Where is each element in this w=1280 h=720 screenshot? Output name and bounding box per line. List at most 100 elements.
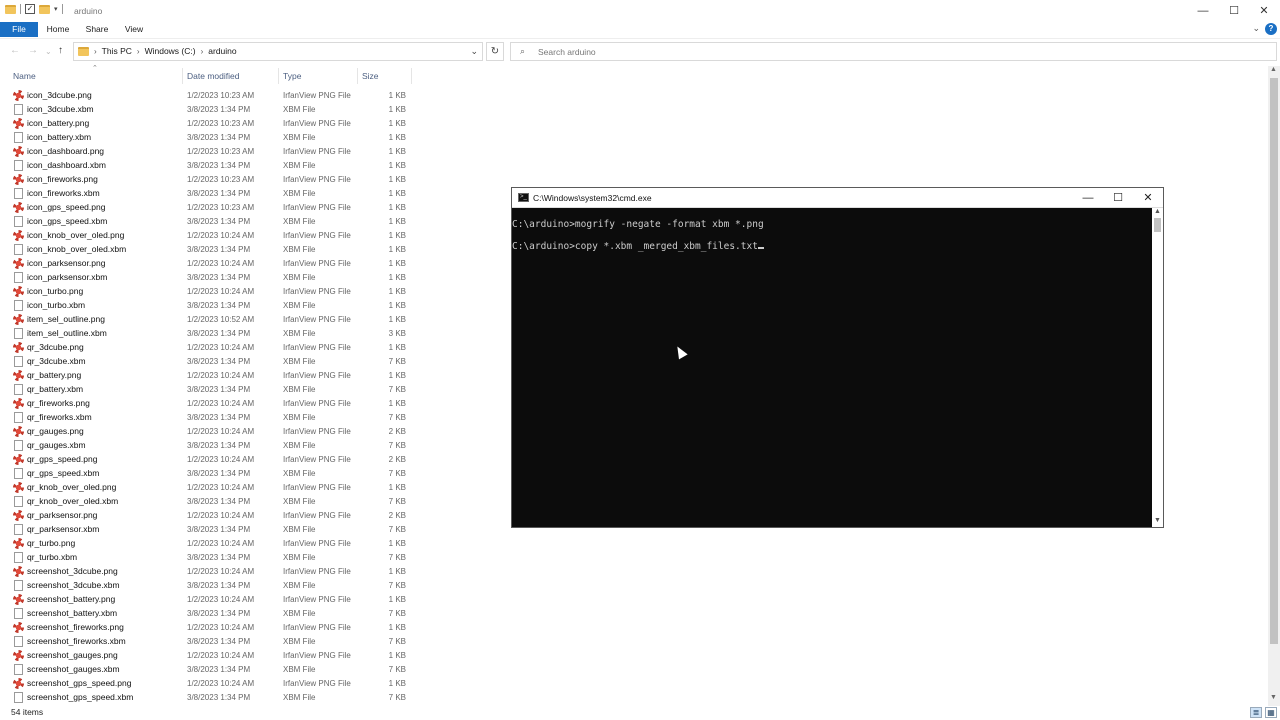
file-row[interactable]: qr_fireworks.xbm 3/8/2023 1:34 PM XBM File… (0, 410, 420, 424)
chevron-right-icon[interactable]: › (94, 47, 97, 56)
column-header-type[interactable]: Type (283, 71, 301, 81)
file-row[interactable]: qr_fireworks.png 1/2/2023 10:24 AM IrfanVi… (0, 396, 420, 410)
file-name: icon_fireworks.png (27, 174, 98, 184)
cmd-scrollbar[interactable]: ▲ ▼ (1152, 208, 1163, 527)
cmd-minimize-button[interactable]: — (1073, 188, 1103, 208)
file-row[interactable]: qr_gauges.xbm 3/8/2023 1:34 PM XBM File 7 K… (0, 438, 420, 452)
chevron-down-icon[interactable]: ⌄ (470, 46, 478, 57)
scroll-down-icon[interactable]: ▼ (1270, 694, 1277, 701)
minimize-button[interactable]: — (1187, 0, 1219, 22)
file-row[interactable]: qr_turbo.xbm 3/8/2023 1:34 PM XBM File 7 KB (0, 550, 420, 564)
file-type: IrfanView PNG File (283, 455, 351, 464)
scroll-down-icon[interactable]: ▼ (1154, 517, 1161, 524)
chevron-right-icon[interactable]: › (137, 47, 140, 56)
cmd-titlebar[interactable]: >_ C:\Windows\system32\cmd.exe — ☐ ✕ (512, 188, 1163, 208)
file-row[interactable]: icon_3dcube.png 1/2/2023 10:23 AM IrfanVie… (0, 88, 420, 102)
cmd-close-button[interactable]: ✕ (1133, 188, 1163, 208)
column-divider[interactable] (278, 68, 279, 84)
file-row[interactable]: qr_turbo.png 1/2/2023 10:24 AM IrfanView P… (0, 536, 420, 550)
back-icon[interactable]: ← (10, 45, 20, 56)
scroll-up-icon[interactable]: ▲ (1270, 66, 1277, 73)
tab-share[interactable]: Share (80, 22, 114, 37)
chevron-right-icon[interactable]: › (201, 47, 204, 56)
search-input[interactable]: Search arduino (538, 47, 596, 57)
file-row[interactable]: screenshot_fireworks.xbm 3/8/2023 1:34 PM… (0, 634, 420, 648)
file-row[interactable]: qr_battery.xbm 3/8/2023 1:34 PM XBM File 7 … (0, 382, 420, 396)
file-row[interactable]: icon_fireworks.xbm 3/8/2023 1:34 PM XBM Fi… (0, 186, 420, 200)
vertical-scrollbar[interactable]: ▲ ▼ (1268, 66, 1280, 706)
cmd-maximize-button[interactable]: ☐ (1103, 188, 1133, 208)
file-row[interactable]: icon_knob_over_oled.xbm 3/8/2023 1:34 PM X… (0, 242, 420, 256)
recent-locations-icon[interactable]: ⌄ (45, 47, 52, 56)
tab-file[interactable]: File (0, 22, 38, 37)
file-row[interactable]: qr_parksensor.png 1/2/2023 10:24 AM IrfanV… (0, 508, 420, 522)
file-row[interactable]: icon_gps_speed.png 1/2/2023 10:23 AM Irfan… (0, 200, 420, 214)
file-row[interactable]: screenshot_gauges.png 1/2/2023 10:24 AM Ir… (0, 648, 420, 662)
console-line-current[interactable]: C:\arduino>copy *.xbm _merged_xbm_files.… (512, 241, 764, 252)
file-row[interactable]: icon_turbo.png 1/2/2023 10:24 AM IrfanView… (0, 284, 420, 298)
file-row[interactable]: icon_3dcube.xbm 3/8/2023 1:34 PM XBM File 1… (0, 102, 420, 116)
file-row[interactable]: qr_gps_speed.png 1/2/2023 10:24 AM IrfanVi… (0, 452, 420, 466)
file-name: icon_knob_over_oled.png (27, 230, 125, 240)
scroll-up-icon[interactable]: ▲ (1154, 208, 1161, 215)
tab-home[interactable]: Home (42, 22, 74, 37)
address-bar[interactable]: › This PC › Windows (C:) › arduino ⌄ (73, 42, 483, 61)
maximize-button[interactable]: ☐ (1218, 0, 1250, 22)
column-divider[interactable] (182, 68, 183, 84)
breadcrumb-this-pc[interactable]: This PC (102, 46, 132, 56)
file-row[interactable]: screenshot_battery.xbm 3/8/2023 1:34 PM XB… (0, 606, 420, 620)
file-row[interactable]: screenshot_3dcube.png 1/2/2023 10:24 AM Ir… (0, 564, 420, 578)
console-output[interactable]: C:\arduino>mogrify -negate -format xbm *… (512, 209, 1152, 527)
refresh-button[interactable]: ↻ (486, 42, 504, 61)
search-box[interactable]: ⌕ Search arduino (510, 42, 1277, 61)
scrollbar-thumb[interactable] (1270, 78, 1278, 644)
up-icon[interactable]: ↑ (58, 45, 63, 56)
file-row[interactable]: item_sel_outline.png 1/2/2023 10:52 AM Irf… (0, 312, 420, 326)
file-row[interactable]: icon_parksensor.xbm 3/8/2023 1:34 PM XBM F… (0, 270, 420, 284)
column-header-name[interactable]: Name (13, 71, 36, 81)
column-header-size[interactable]: Size (362, 71, 379, 81)
file-row[interactable]: qr_knob_over_oled.xbm 3/8/2023 1:34 PM XBM… (0, 494, 420, 508)
irfanview-png-icon (13, 482, 24, 493)
file-row[interactable]: icon_turbo.xbm 3/8/2023 1:34 PM XBM File 1 … (0, 298, 420, 312)
forward-icon[interactable]: → (28, 45, 38, 56)
cmd-window[interactable]: >_ C:\Windows\system32\cmd.exe — ☐ ✕ C:\… (511, 187, 1164, 528)
properties-icon[interactable]: ✓ (25, 4, 35, 14)
large-icons-view-icon[interactable]: ▦ (1265, 707, 1277, 718)
file-row[interactable]: icon_dashboard.png 1/2/2023 10:23 AM Irfan… (0, 144, 420, 158)
file-row[interactable]: icon_battery.png 1/2/2023 10:23 AM IrfanVi… (0, 116, 420, 130)
file-row[interactable]: qr_gauges.png 1/2/2023 10:24 AM IrfanView … (0, 424, 420, 438)
file-row[interactable]: qr_3dcube.xbm 3/8/2023 1:34 PM XBM File 7 K… (0, 354, 420, 368)
file-row[interactable]: qr_parksensor.xbm 3/8/2023 1:34 PM XBM Fil… (0, 522, 420, 536)
details-view-icon[interactable]: ≣ (1250, 707, 1262, 718)
breadcrumb-arduino[interactable]: arduino (208, 46, 236, 56)
file-row[interactable]: qr_battery.png 1/2/2023 10:24 AM IrfanView… (0, 368, 420, 382)
file-row[interactable]: qr_3dcube.png 1/2/2023 10:24 AM IrfanView … (0, 340, 420, 354)
file-row[interactable]: icon_knob_over_oled.png 1/2/2023 10:24 AM… (0, 228, 420, 242)
column-header-date[interactable]: Date modified (187, 71, 239, 81)
expand-ribbon-icon[interactable]: ⌄ (1252, 23, 1260, 34)
file-row[interactable]: qr_gps_speed.xbm 3/8/2023 1:34 PM XBM File… (0, 466, 420, 480)
column-divider[interactable] (411, 68, 412, 84)
help-icon[interactable]: ? (1265, 23, 1277, 35)
file-row[interactable]: icon_battery.xbm 3/8/2023 1:34 PM XBM File… (0, 130, 420, 144)
file-row[interactable]: qr_knob_over_oled.png 1/2/2023 10:24 AM Ir… (0, 480, 420, 494)
file-row[interactable]: icon_parksensor.png 1/2/2023 10:24 AM Irfa… (0, 256, 420, 270)
file-row[interactable]: icon_fireworks.png 1/2/2023 10:23 AM Irfan… (0, 172, 420, 186)
file-row[interactable]: item_sel_outline.xbm 3/8/2023 1:34 PM XBM … (0, 326, 420, 340)
scrollbar-thumb[interactable] (1154, 218, 1161, 232)
file-row[interactable]: screenshot_battery.png 1/2/2023 10:24 AM I… (0, 592, 420, 606)
new-folder-icon[interactable] (39, 4, 50, 14)
file-row[interactable]: icon_dashboard.xbm 3/8/2023 1:34 PM XBM Fi… (0, 158, 420, 172)
tab-view[interactable]: View (118, 22, 150, 37)
file-row[interactable]: screenshot_gps_speed.xbm 3/8/2023 1:34 PM… (0, 690, 420, 704)
file-row[interactable]: screenshot_gps_speed.png 1/2/2023 10:24 A… (0, 676, 420, 690)
customize-toolbar-dropdown-icon[interactable]: ▾ (54, 5, 58, 13)
file-row[interactable]: screenshot_fireworks.png 1/2/2023 10:24 A… (0, 620, 420, 634)
close-button[interactable]: ✕ (1248, 0, 1280, 22)
breadcrumb-windows-c[interactable]: Windows (C:) (145, 46, 196, 56)
file-row[interactable]: screenshot_3dcube.xbm 3/8/2023 1:34 PM XBM… (0, 578, 420, 592)
file-row[interactable]: icon_gps_speed.xbm 3/8/2023 1:34 PM XBM Fi… (0, 214, 420, 228)
column-divider[interactable] (357, 68, 358, 84)
file-row[interactable]: screenshot_gauges.xbm 3/8/2023 1:34 PM XBM… (0, 662, 420, 676)
